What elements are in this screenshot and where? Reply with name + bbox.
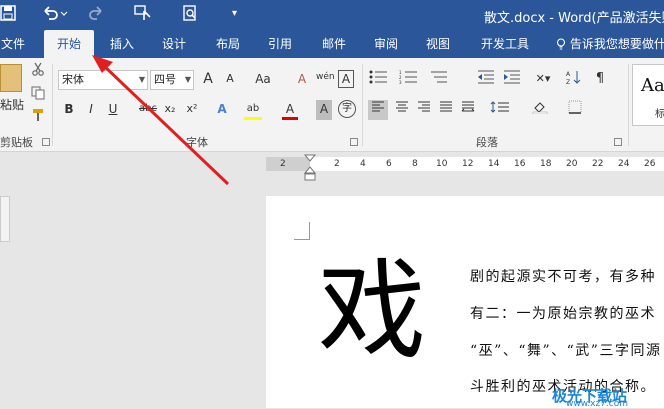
annotation-arrow [92, 55, 230, 186]
